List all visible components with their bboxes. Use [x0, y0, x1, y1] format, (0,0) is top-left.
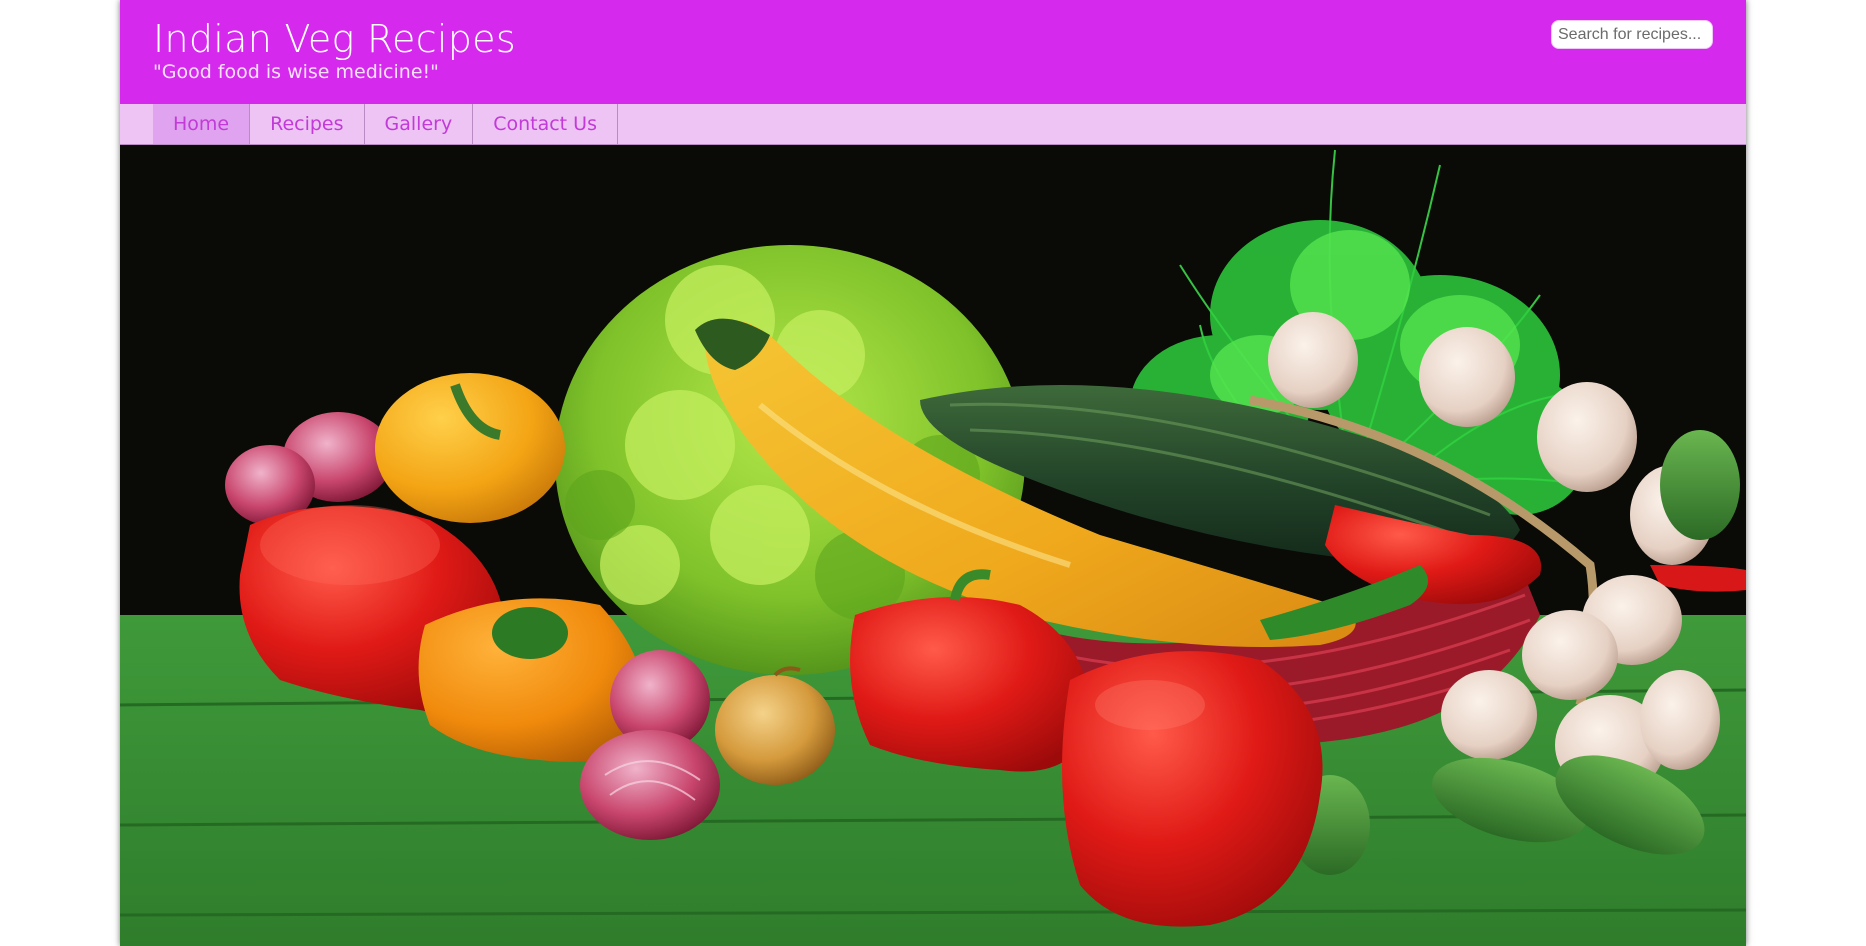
hero-image [120, 145, 1746, 946]
nav-item-home[interactable]: Home [153, 104, 251, 144]
site-header: Indian Veg Recipes "Good food is wise me… [120, 0, 1746, 104]
nav-list: Home Recipes Gallery Contact Us [153, 104, 618, 144]
nav-item-gallery[interactable]: Gallery [365, 104, 474, 144]
nav-item-recipes[interactable]: Recipes [250, 104, 365, 144]
site-title[interactable]: Indian Veg Recipes [153, 17, 516, 61]
vegetables-basket-photo [120, 145, 1746, 946]
search-input[interactable] [1551, 20, 1713, 49]
site-tagline: "Good food is wise medicine!" [153, 61, 439, 83]
main-nav: Home Recipes Gallery Contact Us [120, 104, 1746, 145]
page-frame: Indian Veg Recipes "Good food is wise me… [120, 0, 1746, 946]
nav-item-contact-us[interactable]: Contact Us [473, 104, 618, 144]
